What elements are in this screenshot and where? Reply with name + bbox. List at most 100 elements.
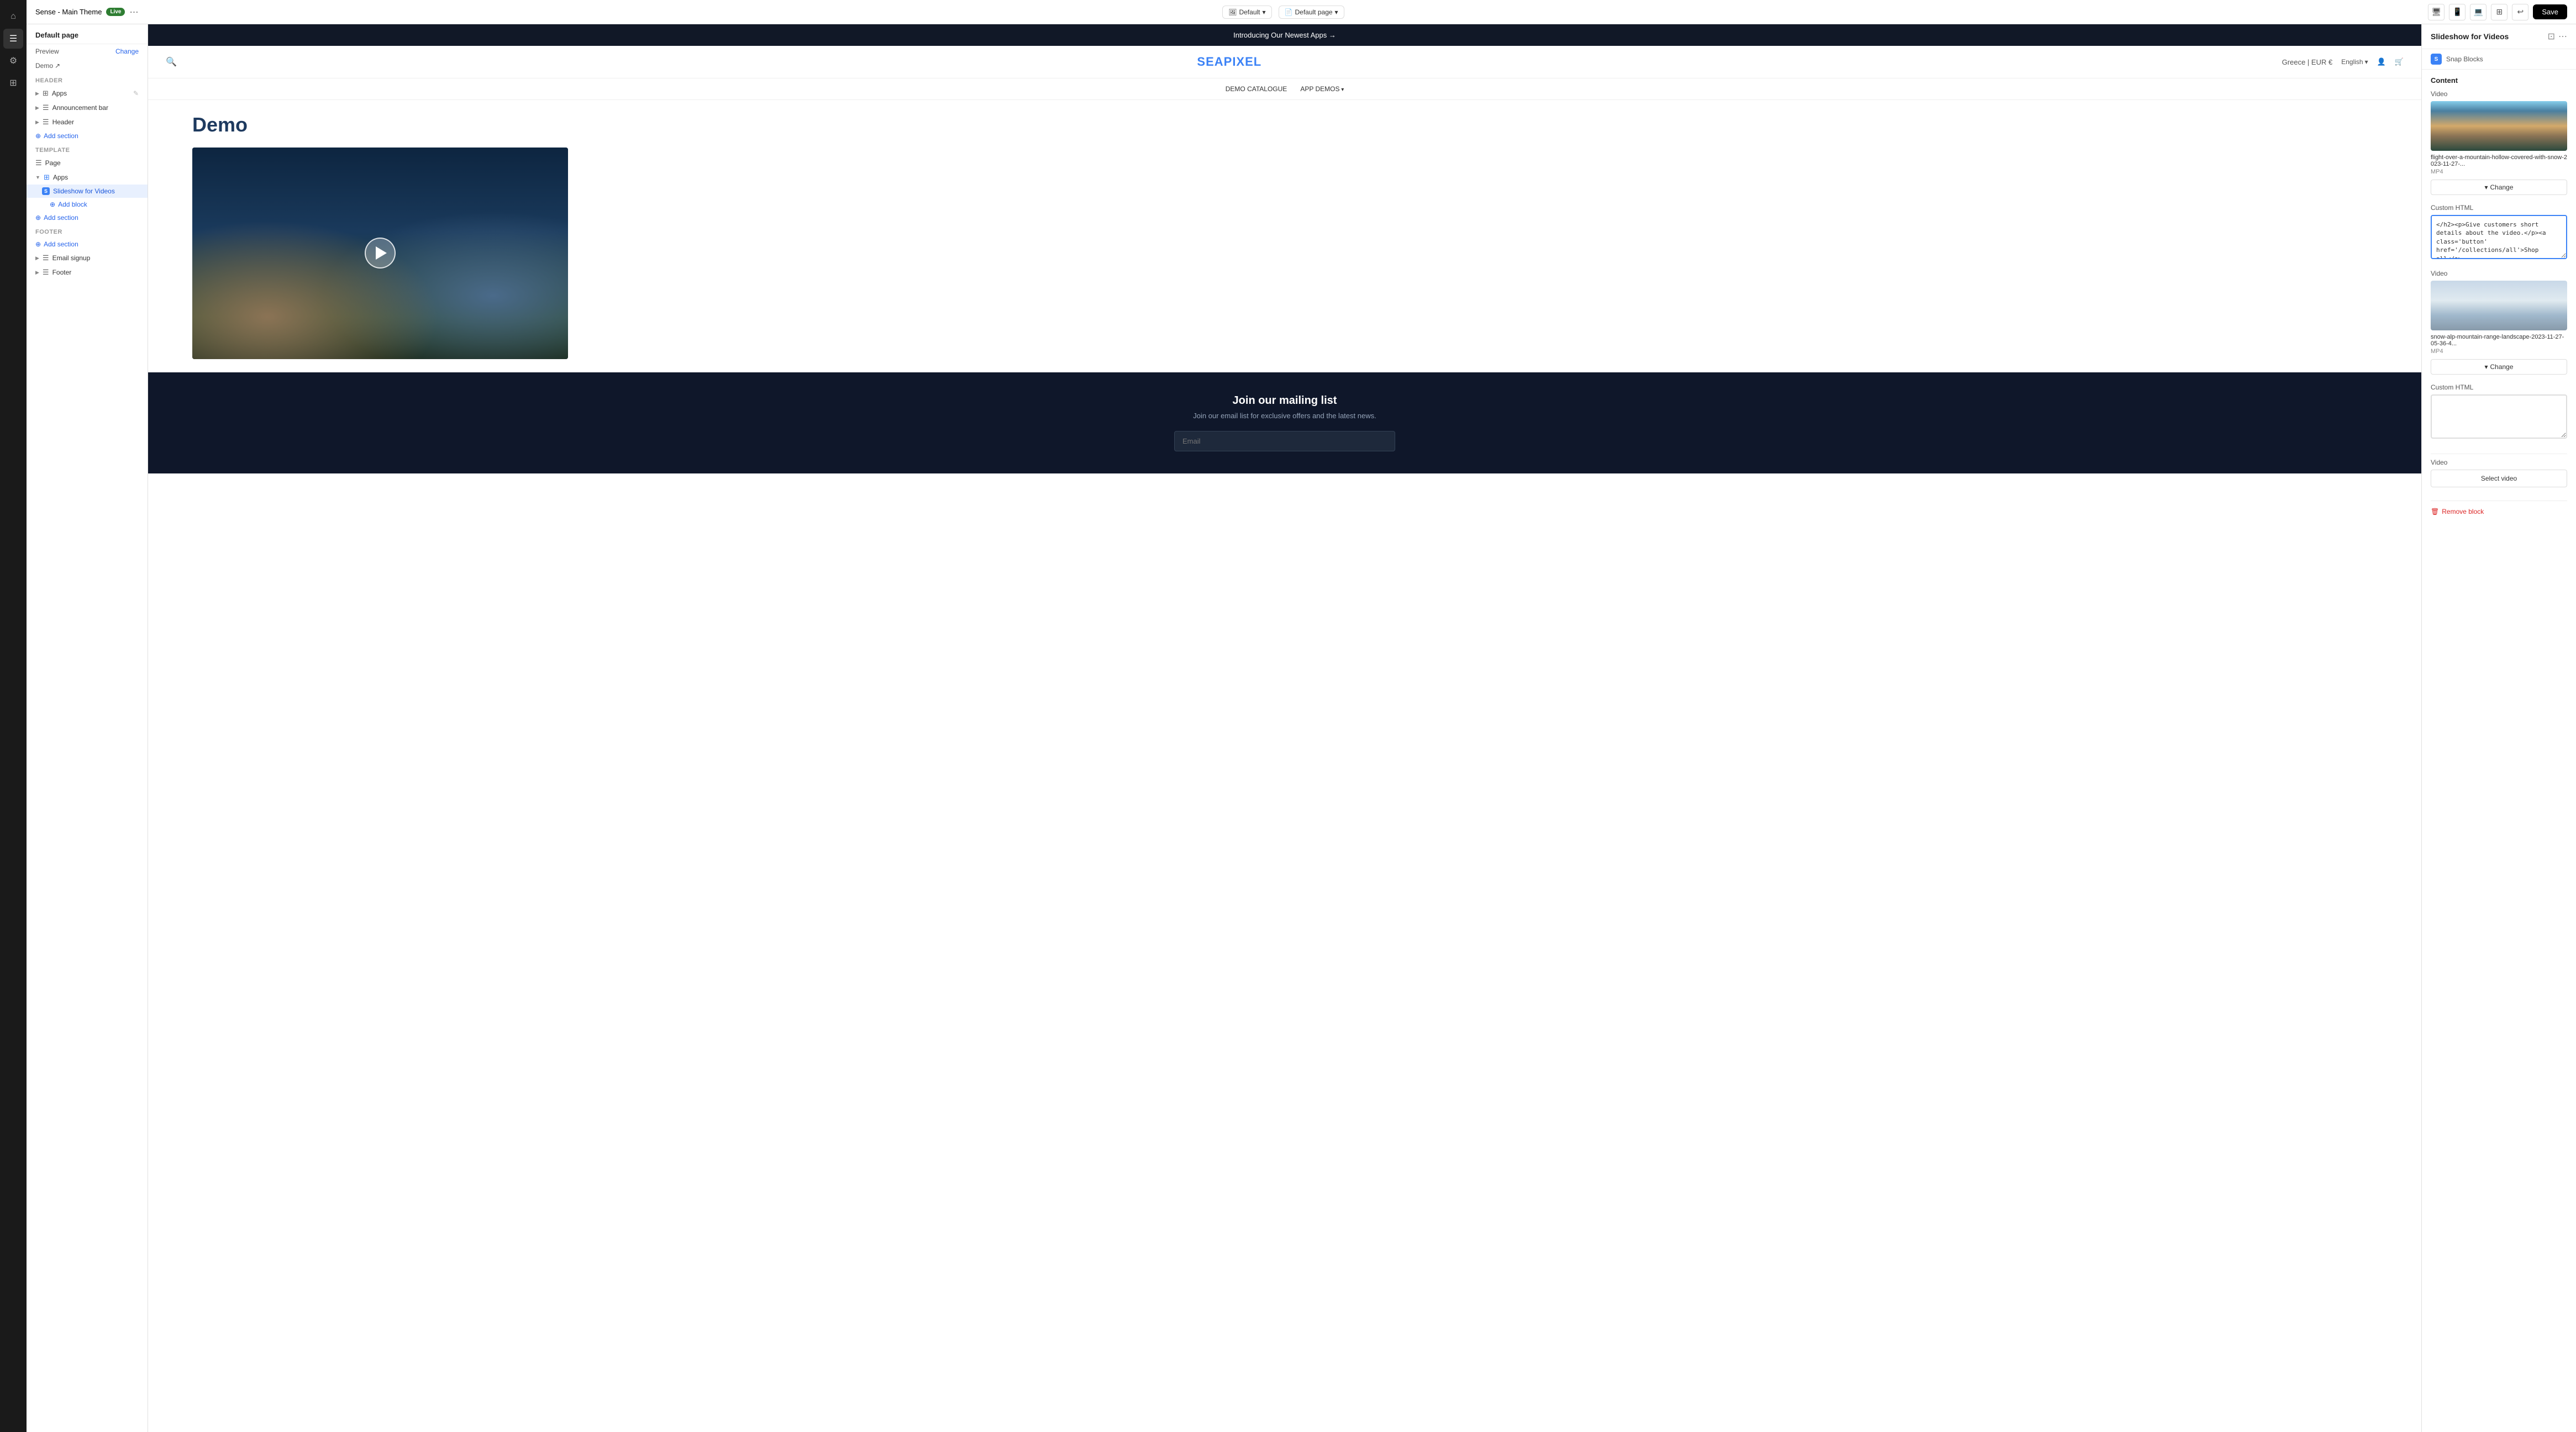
change-button-1[interactable]: ▾ Change: [2431, 180, 2567, 195]
store-header: 🔍 SEAPIXEL Greece | EUR € English ▾ 👤 🛒: [148, 46, 2421, 78]
remove-block-btn[interactable]: 🗑 Remove block: [2431, 506, 2567, 518]
add-section-header[interactable]: ⊕ Add section: [27, 129, 148, 143]
nav-catalogue[interactable]: DEMO CATALOGUE: [1226, 85, 1287, 93]
change-link[interactable]: Change: [115, 48, 139, 55]
video-label-2: Video: [2431, 270, 2567, 277]
custom-html-textarea-1[interactable]: </h2><p>Give customers short details abo…: [2431, 215, 2567, 259]
plus-icon-2: ⊕: [35, 214, 41, 222]
logo-part1: SEA: [1197, 55, 1223, 69]
default-page-button[interactable]: 📄 Default page ▾: [1279, 6, 1344, 19]
external-link-icon: ↗: [55, 62, 60, 70]
trash-icon: 🗑: [2431, 508, 2439, 515]
right-panel-title: Slideshow for Videos: [2431, 32, 2509, 41]
default-button[interactable]: 🖼 Default ▾: [1222, 6, 1271, 19]
sidebar-item-footer[interactable]: ▶ ☰ Footer: [27, 265, 148, 280]
rail-icon-settings[interactable]: ⚙: [3, 51, 23, 71]
theme-name: Sense - Main Theme: [35, 8, 102, 16]
sidebar-item-page[interactable]: ☰ Page: [27, 156, 148, 170]
sidebar-item-apps-template[interactable]: ▼ ⊞ Apps: [27, 170, 148, 185]
search-icon[interactable]: 🔍: [166, 56, 177, 67]
play-button[interactable]: [365, 238, 396, 268]
cart-icon[interactable]: 🛒: [2395, 57, 2404, 66]
add-section-template[interactable]: ⊕ Add section: [27, 211, 148, 224]
rail-icon-sections[interactable]: ☰: [3, 29, 23, 49]
apps-template-icon: ⊞: [44, 173, 50, 182]
sidebar-item-slideshow[interactable]: S Slideshow for Videos: [27, 185, 148, 198]
video-filename-2: snow-alp-mountain-range-landscape-2023-1…: [2431, 334, 2567, 347]
select-video-button[interactable]: Select video: [2431, 470, 2567, 487]
play-triangle: [376, 246, 387, 260]
plus-icon-add-block: ⊕: [50, 201, 55, 208]
video-thumbnail-2: [2431, 281, 2567, 330]
video-player[interactable]: [192, 148, 568, 359]
add-block-btn[interactable]: ⊕ Add block: [27, 198, 148, 211]
top-bar: Sense - Main Theme Live ⋯ 🖼 Default ▾ 📄 …: [27, 0, 2576, 24]
page-title: Default page: [35, 31, 139, 39]
save-button[interactable]: Save: [2533, 4, 2567, 19]
video-type-1: MP4: [2431, 169, 2567, 175]
video-label-3: Video: [2431, 459, 2567, 466]
footer-icon: ☰: [43, 268, 49, 277]
expand-icon-footer: ▶: [35, 270, 39, 276]
panel-copy-icon[interactable]: ⊡: [2548, 31, 2555, 42]
video-label-1: Video: [2431, 90, 2567, 98]
sidebar-item-apps-header[interactable]: ▶ ⊞ Apps ✎: [27, 86, 148, 101]
rail-icon-apps[interactable]: ⊞: [3, 73, 23, 93]
sidebar-item-announcement[interactable]: ▶ ☰ Announcement bar: [27, 101, 148, 115]
rail-icon-home[interactable]: ⌂: [3, 7, 23, 27]
page-frame: Introducing Our Newest Apps → 🔍 SEAPIXEL…: [148, 24, 2421, 1432]
demo-row: Demo ↗: [27, 59, 148, 73]
video-filename-1: flight-over-a-mountain-hollow-covered-wi…: [2431, 154, 2567, 167]
apps-header-icon: ⊞: [43, 89, 49, 98]
expand-icon-apps: ▼: [35, 175, 40, 180]
mailing-subtitle: Join our email list for exclusive offers…: [166, 412, 2404, 420]
custom-html-label-2: Custom HTML: [2431, 383, 2567, 391]
snap-icon: S: [42, 187, 50, 195]
canvas-area: Introducing Our Newest Apps → 🔍 SEAPIXEL…: [148, 24, 2421, 1432]
plus-icon-3: ⊕: [35, 240, 41, 248]
language-select[interactable]: English ▾: [2341, 58, 2368, 66]
more-icon[interactable]: ⋯: [129, 7, 138, 18]
panel-more-icon[interactable]: ⋯: [2558, 31, 2567, 42]
grid-view-btn[interactable]: ⊞: [2491, 4, 2507, 20]
icon-rail: ⌂ ☰ ⚙ ⊞: [0, 0, 27, 1432]
expand-icon-3: ▶: [35, 119, 39, 125]
undo-btn[interactable]: ↩: [2512, 4, 2528, 20]
mailing-title: Join our mailing list: [166, 394, 2404, 407]
demo-link[interactable]: Demo ↗: [35, 62, 60, 70]
mailing-section: Join our mailing list Join our email lis…: [148, 372, 2421, 473]
change-icon-1: ▾: [2484, 183, 2488, 191]
footer-section-label: Footer: [27, 224, 148, 238]
mobile-view-btn[interactable]: 💻: [2470, 4, 2486, 20]
announcement-text: Introducing Our Newest Apps →: [1233, 31, 1336, 39]
add-section-footer[interactable]: ⊕ Add section: [27, 238, 148, 251]
snap-blocks-row: S Snap Blocks: [2422, 49, 2576, 70]
custom-html-textarea-2[interactable]: [2431, 394, 2567, 439]
expand-icon: ▶: [35, 91, 39, 97]
content-label: Content: [2431, 76, 2567, 85]
announcement-bar: Introducing Our Newest Apps →: [148, 24, 2421, 46]
change-button-2[interactable]: ▾ Change: [2431, 359, 2567, 375]
sidebar-item-email-signup[interactable]: ▶ ☰ Email signup: [27, 251, 148, 265]
email-icon: ☰: [43, 254, 49, 262]
left-panel-header: Default page: [27, 24, 148, 44]
edit-icon[interactable]: ✎: [133, 90, 139, 97]
email-input[interactable]: [1174, 431, 1395, 451]
right-content: Content Video flight-over-a-mountain-hol…: [2422, 70, 2576, 524]
header-icon: ☰: [43, 118, 49, 127]
preview-label: Preview: [35, 48, 59, 55]
desktop-view-btn[interactable]: 🖥: [2428, 4, 2444, 20]
logo-part2: PIXEL: [1224, 55, 1262, 69]
custom-html-label-1: Custom HTML: [2431, 204, 2567, 212]
account-icon[interactable]: 👤: [2377, 57, 2386, 66]
template-section-label: Template: [27, 143, 148, 156]
sidebar-item-header[interactable]: ▶ ☰ Header: [27, 115, 148, 129]
nav-app-demos[interactable]: APP DEMOS: [1300, 85, 1344, 93]
snap-logo: S: [2431, 54, 2442, 65]
live-badge: Live: [106, 8, 125, 16]
page-content: Demo: [148, 100, 2421, 372]
tablet-view-btn[interactable]: 📱: [2449, 4, 2465, 20]
store-logo: SEAPIXEL: [1197, 55, 1261, 69]
top-bar-right: 🖥 📱 💻 ⊞ ↩ Save: [2428, 4, 2567, 20]
snap-blocks-label: Snap Blocks: [2446, 55, 2483, 63]
